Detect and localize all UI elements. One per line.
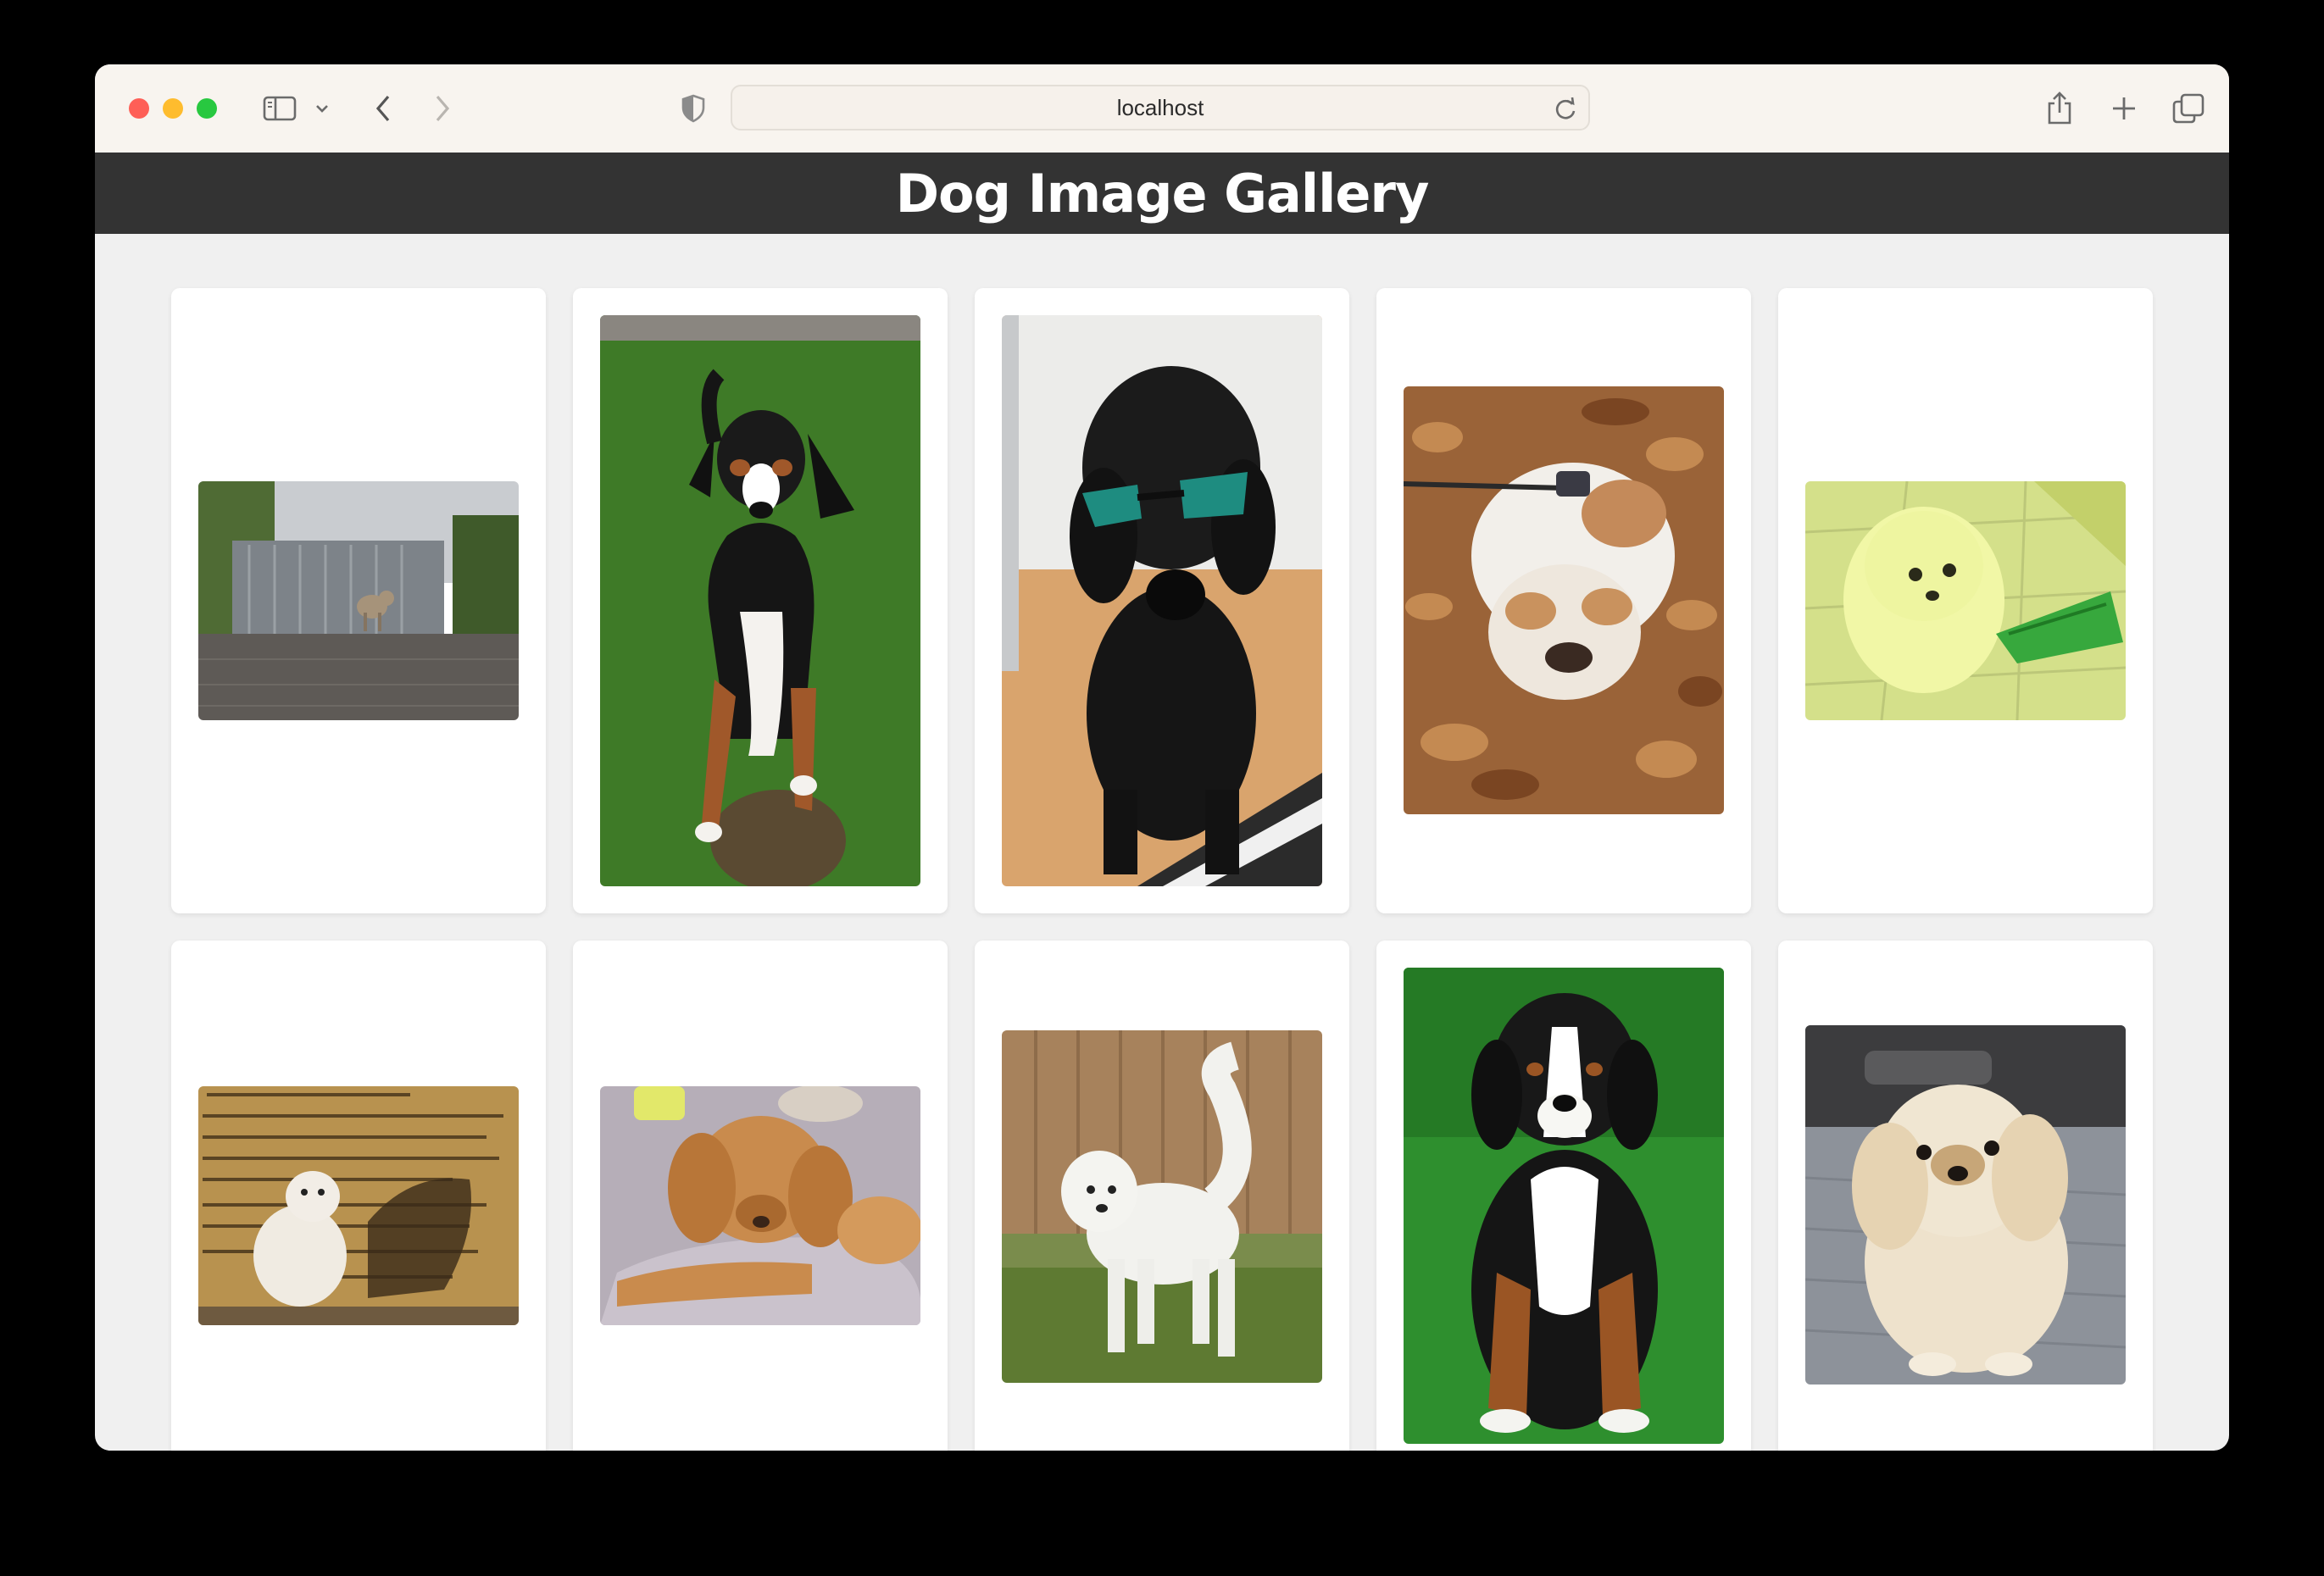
- browser-toolbar: localhost: [95, 64, 2229, 153]
- page-title: Dog Image Gallery: [895, 162, 1430, 225]
- dog-photo-foundation-stone[interactable]: [198, 1086, 519, 1325]
- sidebar-toggle-icon[interactable]: [261, 90, 298, 127]
- tab-overview-icon[interactable]: [2170, 90, 2207, 127]
- gallery-card: [171, 288, 546, 913]
- address-bar[interactable]: localhost: [731, 85, 1590, 130]
- dog-photo-tricolor-grass[interactable]: [600, 315, 920, 886]
- gallery-card: [573, 288, 948, 913]
- browser-window: localhost Dog Image Gallery: [95, 64, 2229, 1451]
- dog-photo-gate[interactable]: [198, 481, 519, 720]
- dog-photo-bulldog-leaves[interactable]: [1404, 386, 1724, 814]
- gallery-card: [1778, 941, 2153, 1451]
- dog-photo-bernese[interactable]: [1404, 968, 1724, 1444]
- gallery-card: [1778, 288, 2153, 913]
- gallery-card: [171, 941, 546, 1451]
- back-arrow-icon[interactable]: [366, 90, 400, 127]
- close-window-button[interactable]: [129, 98, 149, 119]
- dog-photo-cocker-puppy[interactable]: [600, 1086, 920, 1325]
- minimize-window-button[interactable]: [163, 98, 183, 119]
- gallery-card: [573, 941, 948, 1451]
- gallery-grid: [95, 234, 2229, 1451]
- gallery-card: [1376, 288, 1751, 913]
- new-tab-icon[interactable]: [2107, 90, 2141, 127]
- dog-photo-white-fluffy[interactable]: [1002, 1030, 1322, 1383]
- gallery-card: [975, 288, 1349, 913]
- reload-icon[interactable]: [1554, 97, 1576, 125]
- dog-photo-white-puppy[interactable]: [1805, 481, 2126, 720]
- page-header: Dog Image Gallery: [95, 153, 2229, 234]
- chevron-down-icon[interactable]: [312, 90, 332, 127]
- forward-arrow-icon[interactable]: [425, 90, 459, 127]
- url-text: localhost: [1116, 95, 1204, 120]
- privacy-shield-icon[interactable]: [676, 90, 710, 127]
- maximize-window-button[interactable]: [197, 98, 217, 119]
- gallery-card: [975, 941, 1349, 1451]
- dog-photo-poodle-sunglasses[interactable]: [1002, 315, 1322, 886]
- share-icon[interactable]: [2043, 90, 2077, 127]
- gallery-card: [1376, 941, 1751, 1451]
- dog-photo-pekingese[interactable]: [1805, 1025, 2126, 1385]
